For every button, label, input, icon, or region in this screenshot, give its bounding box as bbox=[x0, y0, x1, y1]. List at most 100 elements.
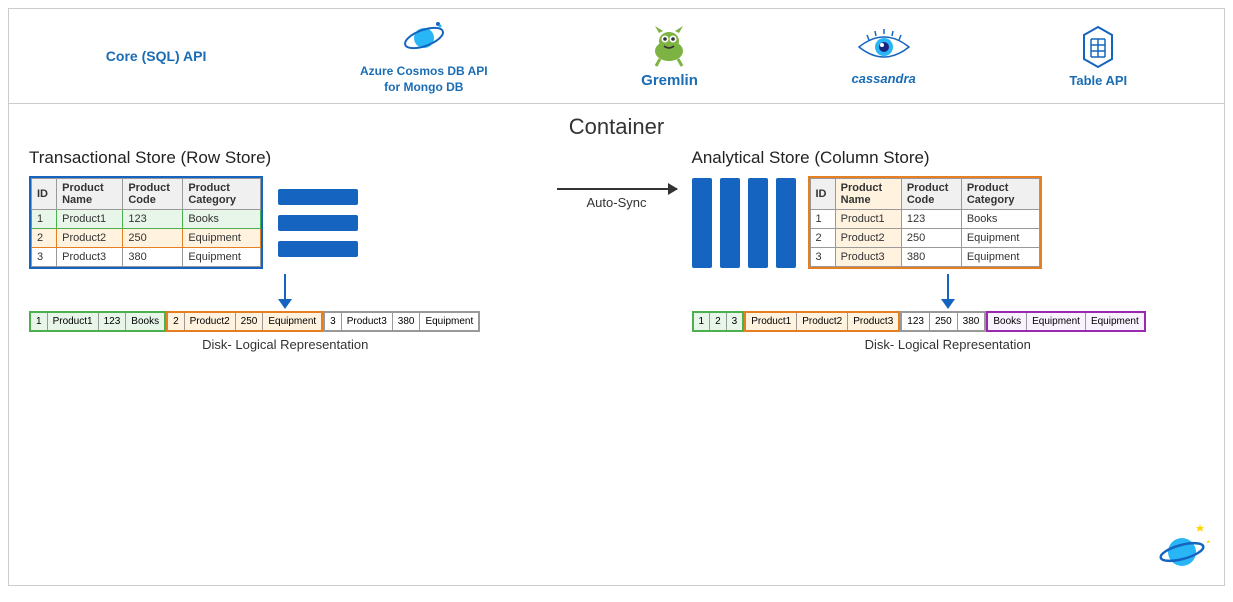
disk-cell: Equipment bbox=[1086, 313, 1144, 330]
th-code: ProductCode bbox=[901, 179, 961, 210]
col-bar-3 bbox=[748, 178, 768, 268]
arrow-shaft bbox=[284, 274, 286, 299]
arrowhead-down bbox=[941, 299, 955, 309]
cell-category: Equipment bbox=[961, 229, 1039, 248]
disk-cell: Equipment bbox=[263, 313, 321, 330]
disk-cell: 3 bbox=[325, 313, 342, 330]
cell-category: Equipment bbox=[183, 248, 261, 267]
table-api-label: Table API bbox=[1069, 73, 1127, 88]
cell-name: Product2 bbox=[57, 229, 123, 248]
gremlin-api-item: Gremlin bbox=[641, 23, 698, 89]
planet-decoration bbox=[1152, 522, 1212, 572]
th-name: ProductName bbox=[57, 179, 123, 210]
cosmos-api-label: Azure Cosmos DB APIfor Mongo DB bbox=[360, 64, 488, 95]
disk-cell: Equipment bbox=[1027, 313, 1086, 330]
arrow-shaft bbox=[947, 274, 949, 299]
cell-id: 2 bbox=[32, 229, 57, 248]
main-content: Container Transactional Store (Row Store… bbox=[9, 104, 1224, 585]
autosync-label: Auto-Sync bbox=[587, 195, 647, 210]
analytical-table: ID ProductName ProductCode ProductCatego… bbox=[810, 178, 1040, 267]
disk-cell: 380 bbox=[393, 313, 421, 330]
cell-category: Equipment bbox=[183, 229, 261, 248]
cassandra-api-item: cassandra bbox=[851, 27, 915, 86]
th-category: ProductCategory bbox=[961, 179, 1039, 210]
right-down-arrow bbox=[941, 274, 955, 309]
disk-name-col: Product1 Product2 Product3 bbox=[744, 311, 900, 332]
table-row: 3 Product3 380 Equipment bbox=[32, 248, 261, 267]
disk-code-col: 123 250 380 bbox=[900, 311, 986, 332]
bar-2 bbox=[278, 215, 358, 231]
cassandra-icon bbox=[854, 27, 914, 67]
cell-id: 3 bbox=[810, 248, 835, 267]
table-row: 3 Product3 380 Equipment bbox=[810, 248, 1039, 267]
container-title: Container bbox=[29, 114, 1204, 140]
transactional-table-wrapper: ID ProductName ProductCode ProductCatego… bbox=[29, 176, 263, 269]
disk-cell: 2 bbox=[710, 313, 727, 330]
th-name: ProductName bbox=[835, 179, 901, 210]
table-icon bbox=[1076, 25, 1120, 69]
bottom-section: 1 Product1 123 Books 2 Product2 250 Equi… bbox=[29, 274, 1204, 352]
cell-category: Books bbox=[183, 210, 261, 229]
right-disk-label: Disk- Logical Representation bbox=[692, 337, 1205, 352]
cell-category: Books bbox=[961, 210, 1039, 229]
disk-cell: Product3 bbox=[342, 313, 393, 330]
cell-name: Product2 bbox=[835, 229, 901, 248]
decoration-area bbox=[1152, 522, 1212, 577]
disk-cat-col: Books Equipment Equipment bbox=[986, 311, 1145, 332]
left-disk-area: 1 Product1 123 Books 2 Product2 250 Equi… bbox=[29, 274, 542, 352]
th-id: ID bbox=[32, 179, 57, 210]
cell-id: 1 bbox=[32, 210, 57, 229]
left-disk-cells: 1 Product1 123 Books 2 Product2 250 Equi… bbox=[29, 311, 480, 332]
cell-id: 1 bbox=[810, 210, 835, 229]
col-bar-1 bbox=[692, 178, 712, 268]
disk-cell: 2 bbox=[168, 313, 185, 330]
sql-api-item: Core (SQL) API bbox=[106, 48, 207, 64]
right-down-arrow-wrapper bbox=[692, 274, 1205, 309]
transactional-title: Transactional Store (Row Store) bbox=[29, 148, 542, 168]
cell-code: 380 bbox=[123, 248, 183, 267]
disk-gray-section: 3 Product3 380 Equipment bbox=[323, 311, 480, 332]
left-disk-label: Disk- Logical Representation bbox=[29, 337, 542, 352]
th-id: ID bbox=[810, 179, 835, 210]
analytical-table-wrapper: ID ProductName ProductCode ProductCatego… bbox=[808, 176, 1042, 269]
disk-cell: 250 bbox=[930, 313, 958, 330]
disk-cell: 1 bbox=[31, 313, 48, 330]
cell-code: 250 bbox=[123, 229, 183, 248]
left-down-arrow bbox=[278, 274, 292, 309]
table-row: 2 Product2 250 Equipment bbox=[810, 229, 1039, 248]
cell-name: Product1 bbox=[835, 210, 901, 229]
table-row: 1 Product1 123 Books bbox=[32, 210, 261, 229]
cell-name: Product3 bbox=[835, 248, 901, 267]
disk-cell: Product2 bbox=[185, 313, 236, 330]
disk-id-col: 1 2 3 bbox=[692, 311, 745, 332]
cell-id: 3 bbox=[32, 248, 57, 267]
disk-cell: 123 bbox=[99, 313, 127, 330]
analytical-panel: Analytical Store (Column Store) bbox=[692, 148, 1205, 269]
cell-name: Product1 bbox=[57, 210, 123, 229]
th-code: ProductCode bbox=[123, 179, 183, 210]
disk-cell: 1 bbox=[694, 313, 711, 330]
disk-cell: Product2 bbox=[797, 313, 848, 330]
cell-code: 123 bbox=[123, 210, 183, 229]
cell-name: Product3 bbox=[57, 248, 123, 267]
disk-cell: Books bbox=[126, 313, 164, 330]
main-container: Core (SQL) API Azure Cosmos DB APIfor Mo… bbox=[8, 8, 1225, 586]
arrowhead bbox=[668, 183, 678, 195]
arrow-line bbox=[557, 188, 677, 190]
cassandra-label: cassandra bbox=[851, 71, 915, 86]
transactional-table: ID ProductName ProductCode ProductCatego… bbox=[31, 178, 261, 267]
disk-green-section: 1 Product1 123 Books bbox=[29, 311, 166, 332]
table-api-item: Table API bbox=[1069, 25, 1127, 88]
sql-api-label: Core (SQL) API bbox=[106, 48, 207, 64]
gremlin-label: Gremlin bbox=[641, 72, 698, 89]
col-bars bbox=[692, 178, 796, 268]
disk-cell: 123 bbox=[902, 313, 930, 330]
right-disk-area: 1 2 3 Product1 Product2 Product3 123 250 bbox=[692, 274, 1205, 352]
transactional-panel: Transactional Store (Row Store) ID Produ… bbox=[29, 148, 542, 269]
gremlin-icon bbox=[642, 23, 697, 68]
analytical-title: Analytical Store (Column Store) bbox=[692, 148, 1205, 168]
analytical-inner: ID ProductName ProductCode ProductCatego… bbox=[692, 176, 1205, 269]
arrowhead-down bbox=[278, 299, 292, 309]
disk-cell: Books bbox=[988, 313, 1027, 330]
right-disk-cells: 1 2 3 Product1 Product2 Product3 123 250 bbox=[692, 311, 1146, 332]
